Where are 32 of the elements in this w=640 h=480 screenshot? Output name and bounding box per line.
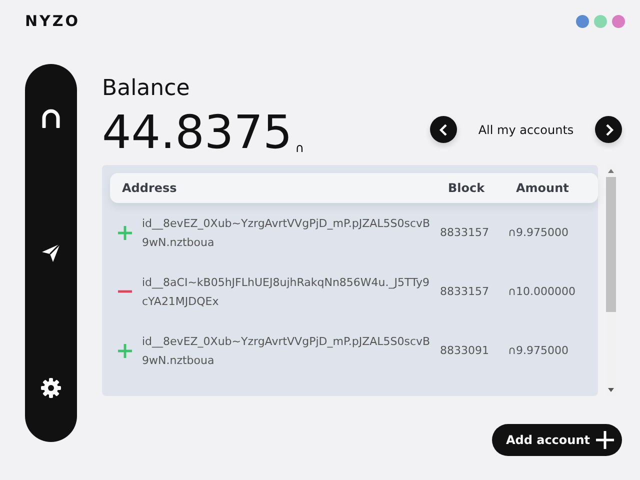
block-cell-text: 8833157 <box>440 285 490 298</box>
plus-icon <box>118 344 132 358</box>
chevron-left-icon <box>438 124 450 136</box>
nyzo-icon[interactable] <box>41 108 61 128</box>
previous-account-button[interactable] <box>430 116 457 143</box>
balance-amount: 44.8375 <box>102 109 292 155</box>
plus-icon <box>118 226 132 240</box>
logo: NYZO <box>25 12 80 30</box>
scroll-down-icon[interactable] <box>608 388 614 392</box>
address-cell-text: id__8aCI~kB05hJFLhUEJ8ujhRakqNn856W4u._J5TTy9cYA21MJDQEx <box>142 274 431 310</box>
add-account-button[interactable]: Add account <box>492 424 622 456</box>
currency-symbol: ∩ <box>295 141 304 155</box>
column-header: Amount <box>516 181 570 195</box>
scrollbar-thumb[interactable] <box>606 177 616 312</box>
amount-cell-text: ∩10.000000 <box>508 285 577 298</box>
plus-icon <box>596 431 614 449</box>
address-cell-text: id__8evEZ_0Xub~YzrgAvrtVVgPjD_mP.pJZAL5S0scvB9wN.nztboua <box>142 216 432 250</box>
block-cell-text: 8833157 <box>440 226 490 239</box>
next-account-button[interactable] <box>595 116 622 143</box>
address-cell-text: id__8evEZ_0Xub~YzrgAvrtVVgPjD_mP.pJZAL5S0scvB9wN.nztboua <box>142 334 432 368</box>
send-icon[interactable] <box>41 243 61 263</box>
settings-icon[interactable] <box>41 378 61 398</box>
minus-icon <box>118 290 132 293</box>
scroll-up-icon[interactable] <box>608 169 614 173</box>
amount-cell-text: ∩9.975000 <box>508 344 570 357</box>
column-header: Block <box>448 181 486 195</box>
balance-title: Balance <box>102 76 191 101</box>
window-control-icon[interactable] <box>576 14 589 28</box>
column-header: Address <box>122 181 178 195</box>
amount-cell-text: ∩9.975000 <box>508 226 570 239</box>
account-selector-label: All my accounts <box>477 122 575 136</box>
block-cell-text: 8833091 <box>440 344 490 357</box>
